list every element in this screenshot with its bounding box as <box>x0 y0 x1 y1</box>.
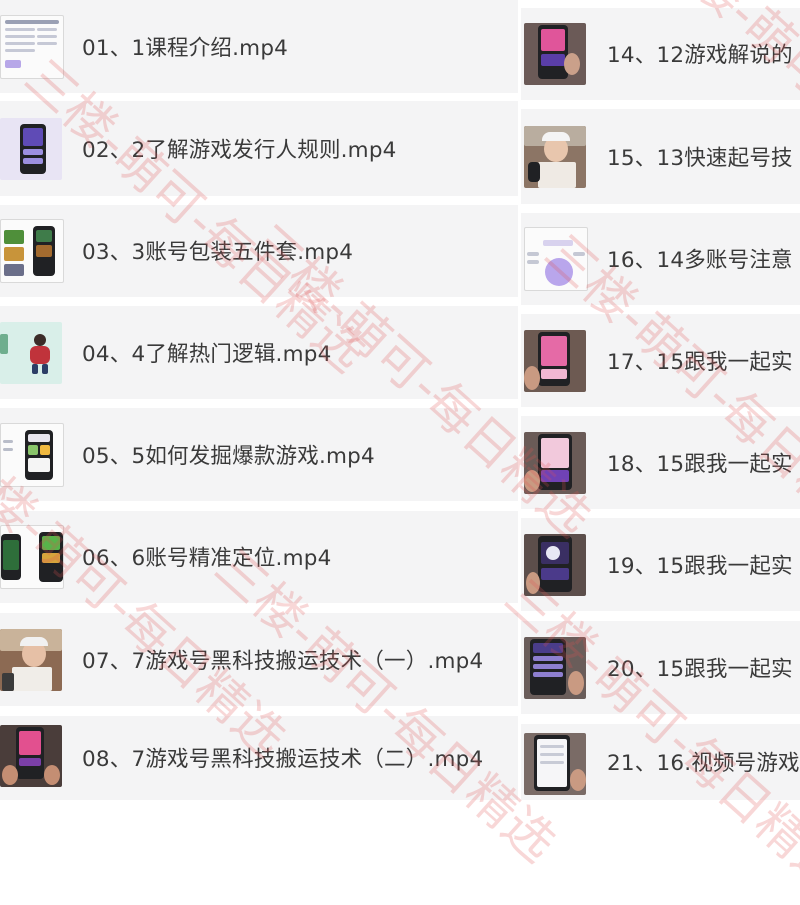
video-file-name[interactable]: 04、4了解热门逻辑.mp4 <box>82 336 331 367</box>
list-item[interactable]: 01、1课程介绍.mp4 <box>0 0 518 93</box>
list-item[interactable]: 02、2了解游戏发行人规则.mp4 <box>0 101 518 196</box>
list-item[interactable]: 03、3账号包装五件套.mp4 <box>0 205 518 297</box>
video-thumbnail[interactable] <box>524 125 586 188</box>
video-thumbnail[interactable] <box>524 636 586 699</box>
list-item[interactable]: 07、7游戏号黑科技搬运技术（一）.mp4 <box>0 613 518 706</box>
video-file-name[interactable]: 21、16.视频号游戏 <box>607 746 800 777</box>
video-file-name[interactable]: 02、2了解游戏发行人规则.mp4 <box>82 132 397 163</box>
video-file-name[interactable]: 14、12游戏解说的 <box>607 38 793 69</box>
list-item[interactable]: 17、15跟我一起实 <box>521 314 800 407</box>
video-thumbnail[interactable] <box>524 733 586 795</box>
list-item[interactable]: 08、7游戏号黑科技搬运技术（二）.mp4 <box>0 716 518 800</box>
video-file-name[interactable]: 03、3账号包装五件套.mp4 <box>82 235 353 266</box>
video-thumbnail[interactable] <box>0 422 64 487</box>
list-item[interactable]: 05、5如何发掘爆款游戏.mp4 <box>0 408 518 501</box>
video-file-name[interactable]: 01、1课程介绍.mp4 <box>82 30 288 61</box>
list-item[interactable]: 06、6账号精准定位.mp4 <box>0 511 518 603</box>
video-thumbnail[interactable] <box>524 431 586 494</box>
video-file-name[interactable]: 16、14多账号注意 <box>607 243 793 274</box>
video-thumbnail[interactable] <box>0 525 64 589</box>
list-item[interactable]: 16、14多账号注意 <box>521 213 800 305</box>
video-thumbnail[interactable] <box>0 14 64 79</box>
video-file-name[interactable]: 17、15跟我一起实 <box>607 344 793 375</box>
video-list-left-column: 01、1课程介绍.mp4 02、2了解游戏发行人规则.mp4 03、3账号包装五… <box>0 0 518 800</box>
video-file-name[interactable]: 15、13快速起号技 <box>607 140 793 171</box>
list-item[interactable]: 15、13快速起号技 <box>521 109 800 204</box>
list-item[interactable]: 04、4了解热门逻辑.mp4 <box>0 306 518 399</box>
video-file-name[interactable]: 06、6账号精准定位.mp4 <box>82 541 331 572</box>
video-file-name[interactable]: 18、15跟我一起实 <box>607 446 793 477</box>
video-file-name[interactable]: 08、7游戏号黑科技搬运技术（二）.mp4 <box>82 742 483 773</box>
video-thumbnail[interactable] <box>0 117 62 180</box>
video-thumbnail[interactable] <box>0 628 62 691</box>
video-list-right-column: 14、12游戏解说的 15、13快速起号技 16、14多账号注意 17、15跟我… <box>521 0 800 800</box>
video-file-name[interactable]: 19、15跟我一起实 <box>607 548 793 579</box>
list-item[interactable]: 14、12游戏解说的 <box>521 8 800 100</box>
video-thumbnail[interactable] <box>524 23 586 85</box>
video-file-name[interactable]: 05、5如何发掘爆款游戏.mp4 <box>82 438 375 469</box>
video-thumbnail[interactable] <box>524 227 588 291</box>
video-thumbnail[interactable] <box>0 219 64 283</box>
video-thumbnail[interactable] <box>0 321 62 384</box>
list-item[interactable]: 21、16.视频号游戏 <box>521 724 800 800</box>
list-item[interactable]: 18、15跟我一起实 <box>521 416 800 509</box>
video-thumbnail[interactable] <box>0 725 62 787</box>
list-item[interactable]: 20、15跟我一起实 <box>521 621 800 714</box>
video-thumbnail[interactable] <box>524 329 586 392</box>
list-item[interactable]: 19、15跟我一起实 <box>521 518 800 611</box>
video-thumbnail[interactable] <box>524 533 586 596</box>
video-file-name[interactable]: 07、7游戏号黑科技搬运技术（一）.mp4 <box>82 643 483 674</box>
video-file-name[interactable]: 20、15跟我一起实 <box>607 651 793 682</box>
